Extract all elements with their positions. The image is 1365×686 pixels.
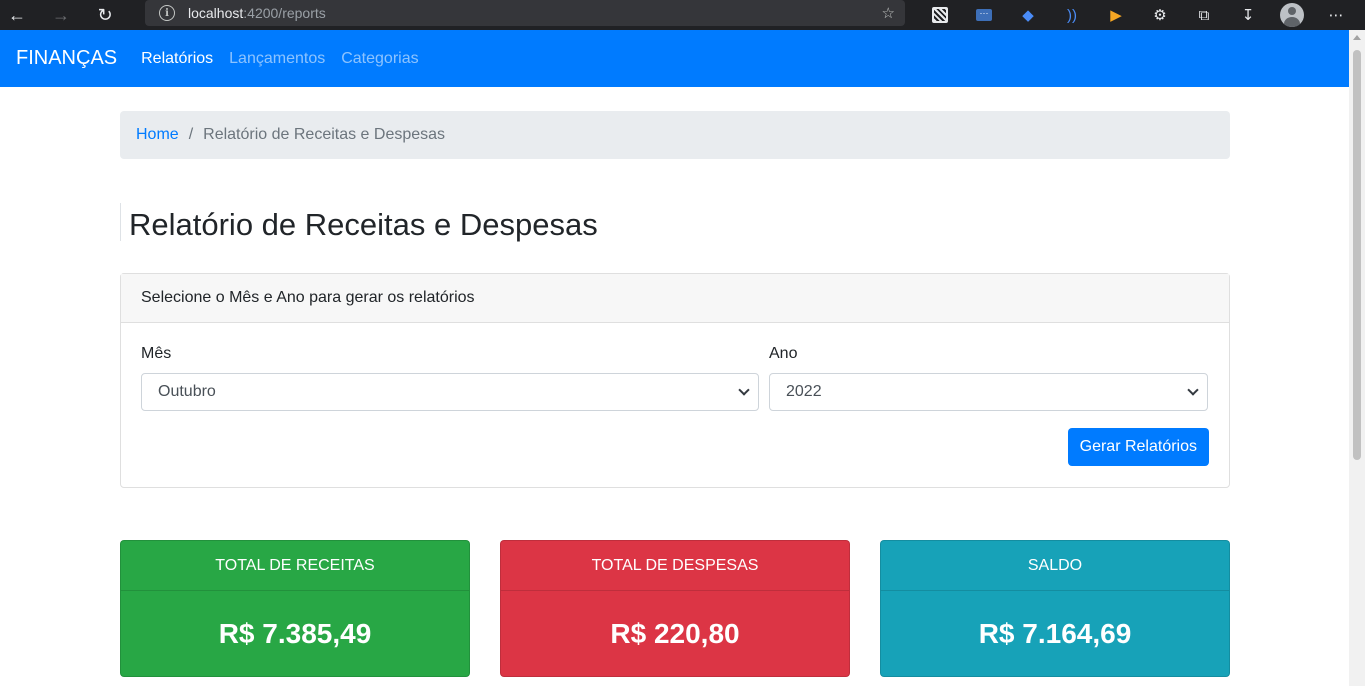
nav-link-lancamentos[interactable]: Lançamentos <box>229 50 325 68</box>
expense-value: R$ 220,80 <box>610 618 740 649</box>
wireless-extension-icon[interactable]: )) <box>1050 0 1094 30</box>
browser-toolbar: ← → ↻ i localhost:4200/reports ☆ ··· ◆ )… <box>0 0 1365 30</box>
url-host: localhost <box>188 5 244 21</box>
back-icon[interactable]: ← <box>0 0 34 30</box>
forward-icon[interactable]: → <box>44 0 78 30</box>
favorite-icon[interactable]: ☆ <box>882 4 895 22</box>
breadcrumb-separator: / <box>188 126 194 143</box>
qr-code-icon[interactable] <box>918 0 962 30</box>
breadcrumb-home[interactable]: Home <box>136 126 179 144</box>
breadcrumb: Home / Relatório de Receitas e Despesas <box>120 111 1230 159</box>
navbar: FINANÇAS Relatórios Lançamentos Categori… <box>0 30 1349 87</box>
brand[interactable]: FINANÇAS <box>16 47 117 70</box>
chevron-down-icon <box>738 384 750 396</box>
month-select[interactable]: Outubro <box>141 373 759 411</box>
shield-extension-icon[interactable]: ◆ <box>1006 0 1050 30</box>
play-extension-icon[interactable]: ▶ <box>1094 0 1138 30</box>
chevron-down-icon <box>1187 384 1199 396</box>
month-label: Mês <box>141 345 172 362</box>
expense-card-header: TOTAL DE DESPESAS <box>501 541 849 591</box>
totals-row: TOTAL DE RECEITAS R$ 7.385,49 TOTAL DE D… <box>120 540 1230 677</box>
address-bar[interactable]: i localhost:4200/reports ☆ <box>145 0 905 26</box>
balance-value: R$ 7.164,69 <box>978 618 1132 649</box>
extension-icons: ··· ◆ )) ▶ ⚙ ⧉ ↧ ⋯ <box>918 0 1358 30</box>
balance-card: SALDO R$ 7.164,69 <box>880 540 1230 677</box>
filter-card: Selecione o Mês e Ano para gerar os rela… <box>120 273 1230 488</box>
nav-link-categorias[interactable]: Categorias <box>341 50 418 68</box>
income-card-header: TOTAL DE RECEITAS <box>121 541 469 591</box>
collections-icon[interactable]: ⧉ <box>1182 0 1226 30</box>
nav-link-relatorios[interactable]: Relatórios <box>141 50 213 68</box>
title-wrap: Relatório de Receitas e Despesas <box>120 203 1230 242</box>
reload-icon[interactable]: ↻ <box>88 0 122 30</box>
page-scrollbar[interactable] <box>1349 30 1365 686</box>
year-select[interactable]: 2022 <box>769 373 1208 411</box>
month-group: Mês Outubro <box>141 345 759 411</box>
year-select-value: 2022 <box>786 383 822 400</box>
year-label: Ano <box>769 345 798 362</box>
month-select-value: Outubro <box>158 383 216 400</box>
puzzle-icon[interactable]: ⚙ <box>1138 0 1182 30</box>
breadcrumb-current: Relatório de Receitas e Despesas <box>203 126 446 143</box>
more-menu-icon[interactable]: ⋯ <box>1314 0 1358 30</box>
extension-dots-icon[interactable]: ··· <box>962 0 1006 30</box>
balance-card-header: SALDO <box>881 541 1229 591</box>
income-value: R$ 7.385,49 <box>218 618 372 649</box>
profile-avatar[interactable] <box>1270 0 1314 30</box>
scroll-up-icon[interactable] <box>1353 35 1361 40</box>
url-path: :4200/reports <box>243 5 326 21</box>
filter-card-body: Mês Outubro Ano 2022 Gerar Relatórios <box>121 323 1229 487</box>
site-info-icon[interactable]: i <box>159 5 175 21</box>
main-container: Home / Relatório de Receitas e Despesas … <box>120 87 1230 488</box>
expense-card: TOTAL DE DESPESAS R$ 220,80 <box>500 540 850 677</box>
generate-reports-button[interactable]: Gerar Relatórios <box>1067 428 1209 466</box>
income-card: TOTAL DE RECEITAS R$ 7.385,49 <box>120 540 470 677</box>
scroll-thumb[interactable] <box>1353 50 1361 460</box>
page-title: Relatório de Receitas e Despesas <box>129 207 598 242</box>
year-group: Ano 2022 <box>769 345 1208 411</box>
filter-card-header: Selecione o Mês e Ano para gerar os rela… <box>121 274 1229 323</box>
download-icon[interactable]: ↧ <box>1226 0 1270 30</box>
